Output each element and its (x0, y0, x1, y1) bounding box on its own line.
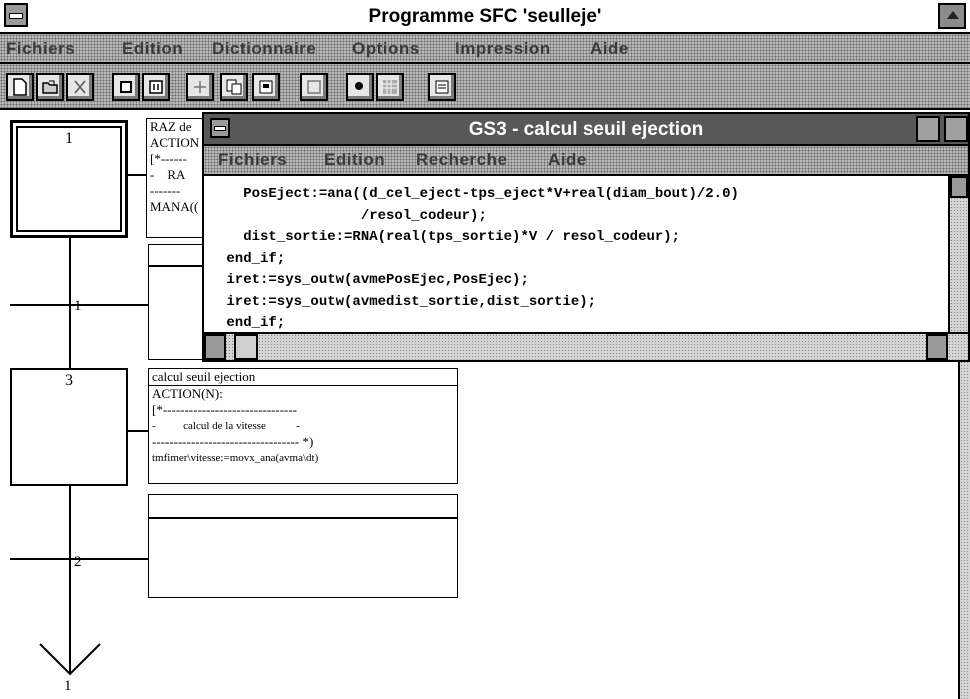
action-title: calcul seuil ejection (149, 369, 457, 386)
transition-label: 2 (74, 554, 82, 570)
paste-button[interactable] (252, 73, 280, 101)
code-line: PosEject:=ana((d_cel_eject-tps_eject*V+r… (218, 186, 739, 202)
main-title-bar: Programme SFC 'seulleje' (0, 0, 970, 34)
cut-button[interactable] (66, 73, 94, 101)
transition-condition-box[interactable] (148, 518, 458, 598)
transition-header-box[interactable] (148, 494, 458, 518)
action-line: [*------ (150, 151, 187, 166)
print-icon (435, 80, 449, 94)
scroll-thumb[interactable] (234, 334, 258, 360)
gs3-menu-edition[interactable]: Edition (324, 150, 385, 170)
menu-impression[interactable]: Impression (455, 39, 551, 59)
code-editor[interactable]: PosEject:=ana((d_cel_eject-tps_eject*V+r… (204, 176, 948, 332)
sfc-link (69, 238, 71, 368)
initial-step-inner: 1 (16, 126, 122, 232)
grid-button[interactable] (186, 73, 214, 101)
transition-label: 1 (74, 298, 82, 314)
gs3-vertical-scrollbar[interactable] (948, 176, 968, 332)
action-line: MANA(( (150, 199, 199, 214)
run-icon (355, 82, 363, 90)
jump-target-label: 1 (64, 678, 72, 694)
print-button[interactable] (428, 73, 456, 101)
action-line: ACTION(N): (152, 386, 223, 401)
action-link (128, 430, 148, 432)
transition-condition-box[interactable] (148, 266, 206, 360)
scroll-up-icon[interactable] (950, 176, 968, 198)
action-line: ACTION (150, 135, 200, 150)
transition-icon (149, 80, 163, 94)
zoom-icon (307, 80, 321, 94)
run-button[interactable] (346, 73, 374, 101)
gs3-editor-window: GS3 - calcul seuil ejection Fichiers Edi… (202, 112, 970, 362)
action-line: tmfimer\vitesse:=movx_ana(avma\dt) (152, 452, 319, 464)
maximize-icon[interactable] (938, 3, 966, 29)
step-icon (120, 81, 132, 93)
menu-dictionnaire[interactable]: Dictionnaire (212, 39, 316, 59)
open-icon (42, 80, 58, 94)
menu-aide[interactable]: Aide (590, 39, 629, 59)
gs3-horizontal-scrollbar[interactable] (204, 332, 968, 360)
action-line: - calcul de la vitesse - (152, 420, 300, 432)
jump-arrow-icon (39, 608, 101, 676)
step-box[interactable]: 1 (10, 120, 128, 238)
code-line: iret:=sys_outw(avmePosEjec,PosEjec); (218, 272, 529, 288)
gs3-menu-aide[interactable]: Aide (548, 150, 587, 170)
scroll-right-icon[interactable] (926, 334, 948, 360)
action-line: ------- (150, 183, 181, 198)
toolbar (0, 64, 970, 110)
window-title: Programme SFC 'seulleje' (368, 6, 602, 27)
monitor-button[interactable] (376, 73, 404, 101)
action-line: [*------------------------------- (152, 402, 298, 417)
step-button[interactable] (112, 73, 140, 101)
action-block[interactable]: RAZ de ACTION [*------ - RA ------- MANA… (146, 118, 206, 238)
gs3-maximize-icon[interactable] (944, 116, 968, 142)
gs3-title-bar[interactable]: GS3 - calcul seuil ejection (204, 114, 968, 146)
copy-icon (226, 79, 242, 95)
cut-icon (74, 80, 86, 94)
open-button[interactable] (36, 73, 64, 101)
menu-edition[interactable]: Edition (122, 39, 183, 59)
transition-header-box[interactable] (148, 244, 206, 266)
main-menu-bar: Fichiers Edition Dictionnaire Options Im… (0, 34, 970, 64)
action-link (128, 174, 146, 176)
action-line: RAZ de (150, 119, 192, 134)
new-icon (13, 78, 27, 96)
gs3-title: GS3 - calcul seuil ejection (468, 119, 704, 140)
action-line: - RA (150, 167, 186, 182)
code-line: /resol_codeur); (218, 207, 487, 224)
main-vertical-scrollbar[interactable] (958, 340, 970, 699)
code-line: dist_sortie:=RNA(real(tps_sortie)*V / re… (218, 229, 681, 245)
paste-icon (259, 80, 273, 94)
action-line: ---------------------------------- *) (152, 434, 314, 449)
scroll-left-icon[interactable] (204, 334, 226, 360)
code-line: end_if; (218, 250, 286, 267)
menu-options[interactable]: Options (352, 39, 420, 59)
grid-icon (194, 81, 206, 93)
monitor-icon (383, 80, 397, 94)
gs3-menu-bar: Fichiers Edition Recherche Aide (204, 146, 968, 176)
action-block[interactable]: calcul seuil ejection ACTION(N): [*-----… (148, 368, 458, 484)
step-number: 1 (65, 130, 73, 147)
gs3-menu-recherche[interactable]: Recherche (416, 150, 507, 170)
new-button[interactable] (6, 73, 34, 101)
zoom-button[interactable] (300, 73, 328, 101)
step-number: 3 (65, 372, 73, 389)
transition-button[interactable] (142, 73, 170, 101)
menu-fichiers[interactable]: Fichiers (6, 39, 75, 59)
code-line: iret:=sys_outw(avmedist_sortie,dist_sort… (218, 293, 597, 310)
gs3-menu-fichiers[interactable]: Fichiers (218, 150, 287, 170)
step-box[interactable]: 3 (10, 368, 128, 486)
gs3-minimize-icon[interactable] (916, 116, 940, 142)
copy-button[interactable] (220, 73, 248, 101)
